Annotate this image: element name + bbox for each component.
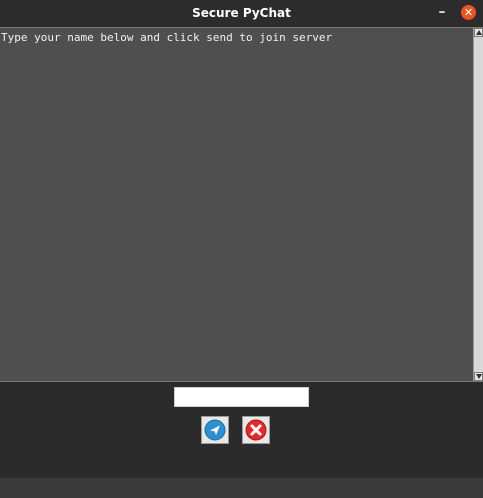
- quit-button[interactable]: [242, 416, 270, 444]
- minimize-button[interactable]: –: [434, 4, 450, 20]
- window-title: Secure PyChat: [192, 6, 291, 20]
- chat-log[interactable]: Type your name below and click send to j…: [0, 28, 473, 381]
- close-icon: [245, 419, 267, 441]
- vertical-scrollbar[interactable]: [473, 28, 483, 381]
- name-input[interactable]: [174, 387, 309, 407]
- scroll-up-arrow-icon[interactable]: [474, 28, 483, 37]
- title-bar: Secure PyChat – ✕: [0, 0, 483, 26]
- send-icon: [204, 419, 226, 441]
- status-bar: [0, 478, 483, 498]
- scroll-down-arrow-icon[interactable]: [474, 372, 483, 381]
- chat-area: Type your name below and click send to j…: [0, 27, 483, 382]
- send-button[interactable]: [201, 416, 229, 444]
- window-close-button[interactable]: ✕: [461, 5, 476, 20]
